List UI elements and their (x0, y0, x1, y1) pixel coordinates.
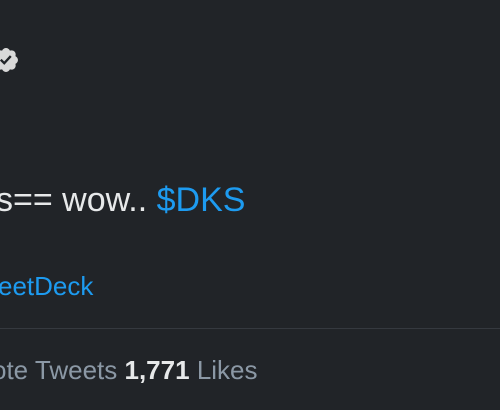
tweet-body-text: s== wow.. (0, 181, 157, 219)
cashtag-link[interactable]: $DKS (157, 181, 246, 219)
tweet-stats: ote Tweets 1,771 Likes (0, 352, 258, 388)
tweet-source-link[interactable]: eetDeck (0, 269, 93, 303)
quote-tweets-stat[interactable]: ote Tweets (0, 355, 117, 385)
tweet-detail: s== wow.. $DKS eetDeck ote Tweets 1,771 … (0, 0, 500, 410)
tweet-text: s== wow.. $DKS (0, 178, 245, 222)
likes-stat[interactable]: 1,771 Likes (125, 355, 258, 385)
likes-label: Likes (196, 355, 258, 385)
likes-count: 1,771 (124, 355, 190, 385)
divider (0, 328, 500, 329)
verified-badge-icon (0, 48, 18, 72)
